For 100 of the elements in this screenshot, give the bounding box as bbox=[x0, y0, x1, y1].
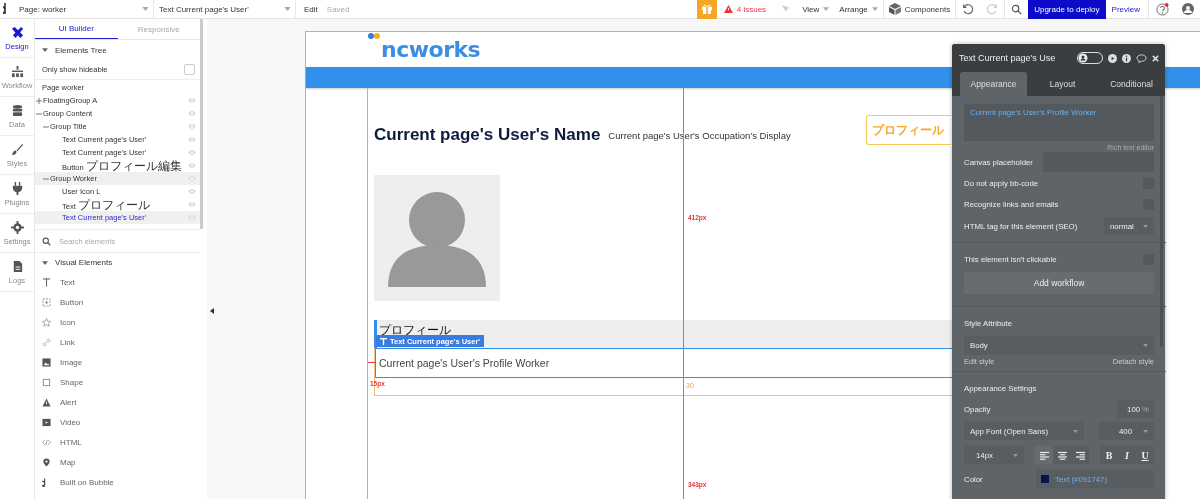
toggle-switch-icon[interactable] bbox=[1077, 52, 1103, 64]
text-element-icon bbox=[42, 277, 51, 287]
gift-button[interactable] bbox=[696, 0, 717, 19]
eye-icon[interactable] bbox=[188, 98, 196, 103]
eye-icon[interactable] bbox=[188, 176, 196, 181]
close-icon[interactable] bbox=[1152, 54, 1159, 62]
element-item[interactable]: Video bbox=[35, 412, 200, 433]
text-style-button[interactable]: I bbox=[1118, 446, 1136, 464]
align-button[interactable] bbox=[1035, 446, 1053, 464]
icon-element-icon bbox=[42, 317, 51, 327]
workflow-icon bbox=[10, 64, 24, 78]
add-workflow-button[interactable]: Add workflow bbox=[964, 272, 1154, 294]
comment-icon[interactable] bbox=[1136, 53, 1147, 63]
html-element-icon bbox=[42, 438, 51, 448]
section-heading: Elements Tree bbox=[55, 45, 107, 55]
caret-icon bbox=[284, 7, 291, 11]
search-icon bbox=[42, 236, 51, 246]
caret-icon bbox=[1143, 344, 1148, 347]
checkbox[interactable] bbox=[184, 64, 195, 75]
collapse-icon[interactable] bbox=[42, 260, 48, 265]
profile-text: Current page's User's Profile Worker bbox=[379, 357, 550, 369]
eye-icon[interactable] bbox=[188, 137, 196, 142]
map-element-icon bbox=[42, 458, 51, 468]
alert-element-icon bbox=[42, 398, 51, 408]
image-element-icon bbox=[42, 357, 51, 367]
plus-icon[interactable] bbox=[36, 97, 42, 104]
caret-icon bbox=[142, 7, 149, 11]
arrange-menu[interactable]: Arrange bbox=[834, 0, 883, 19]
element-item[interactable]: Alert bbox=[35, 392, 200, 413]
element-item[interactable]: Shape bbox=[35, 372, 200, 393]
element-item[interactable]: Icon bbox=[35, 312, 200, 333]
design-icon bbox=[10, 25, 24, 39]
save-status: Saved bbox=[326, 4, 350, 14]
undo-icon[interactable] bbox=[962, 3, 975, 15]
user-avatar-icon bbox=[374, 175, 500, 301]
element-dropdown[interactable]: Text Current page's User' bbox=[154, 0, 296, 19]
gift-icon bbox=[700, 3, 713, 15]
text-style-button[interactable]: U bbox=[1136, 446, 1154, 464]
caret-icon bbox=[823, 7, 830, 11]
logo-dots-icon bbox=[368, 33, 380, 39]
panel-title: Text Current page's Use bbox=[959, 53, 1057, 63]
link-element-icon bbox=[42, 337, 51, 347]
caret-icon bbox=[1143, 224, 1148, 228]
eye-icon[interactable] bbox=[188, 215, 196, 220]
eye-icon[interactable] bbox=[188, 150, 196, 155]
eye-icon[interactable] bbox=[188, 202, 196, 207]
upgrade-button[interactable]: Upgrade to deploy bbox=[1028, 0, 1106, 19]
panel-tab[interactable]: Layout bbox=[1029, 72, 1096, 96]
logo-text: ncworks bbox=[381, 37, 481, 64]
element-item[interactable]: Map bbox=[35, 452, 200, 473]
play-icon[interactable] bbox=[1108, 53, 1117, 63]
eye-icon[interactable] bbox=[188, 124, 196, 129]
collapse-arrow-icon[interactable] bbox=[210, 308, 214, 314]
plugins-icon bbox=[10, 181, 24, 195]
eye-icon[interactable] bbox=[188, 189, 196, 194]
align-right-icon bbox=[1075, 450, 1085, 460]
video-element-icon bbox=[42, 418, 51, 428]
info-icon[interactable] bbox=[1122, 53, 1131, 63]
eye-icon[interactable] bbox=[188, 163, 196, 168]
help-icon[interactable] bbox=[1156, 2, 1169, 16]
view-menu[interactable]: View bbox=[797, 0, 835, 19]
preview-link[interactable]: Preview bbox=[1111, 4, 1140, 14]
user-name: Current page's User's Name bbox=[374, 125, 601, 145]
warning-icon bbox=[723, 5, 733, 13]
caret-icon bbox=[1143, 429, 1148, 433]
element-item[interactable]: Text bbox=[35, 272, 200, 293]
text-element-icon bbox=[380, 337, 387, 345]
components-button[interactable]: Components bbox=[883, 0, 956, 19]
button-element-icon bbox=[42, 297, 51, 307]
cube-icon bbox=[888, 3, 901, 15]
text-style-button[interactable]: B bbox=[1100, 446, 1118, 464]
element-item[interactable]: Image bbox=[35, 352, 200, 373]
eye-icon[interactable] bbox=[188, 111, 196, 116]
element-item[interactable]: Button bbox=[35, 292, 200, 313]
element-item[interactable]: HTML bbox=[35, 432, 200, 453]
element-item[interactable]: Link bbox=[35, 332, 200, 353]
align-left-icon bbox=[1039, 450, 1049, 460]
search-icon[interactable] bbox=[1011, 3, 1023, 15]
caret-icon bbox=[871, 7, 878, 11]
caret-icon bbox=[1073, 429, 1078, 433]
caret-icon bbox=[1013, 453, 1018, 457]
issues-button[interactable]: 4 issues bbox=[718, 0, 772, 19]
section-title: プロフィール bbox=[379, 324, 451, 337]
avatar-icon[interactable] bbox=[1182, 3, 1194, 15]
collapse-icon[interactable] bbox=[42, 48, 48, 52]
cursor-icon[interactable] bbox=[781, 4, 792, 14]
panel-tab[interactable]: Appearance bbox=[960, 72, 1027, 96]
element-item[interactable]: Built on Bubble bbox=[35, 472, 200, 494]
align-center-icon bbox=[1057, 450, 1067, 460]
sidebar-tab[interactable]: UI Builder bbox=[35, 19, 118, 39]
edit-menu[interactable]: Edit bbox=[304, 4, 318, 14]
redo-icon[interactable] bbox=[986, 3, 999, 15]
spacing-line bbox=[368, 362, 376, 363]
section-heading: Visual Elements bbox=[55, 258, 113, 267]
page-dropdown[interactable]: Page: worker bbox=[15, 0, 154, 19]
panel-tab[interactable]: Conditional bbox=[1098, 72, 1165, 96]
styles-icon bbox=[10, 142, 24, 156]
shape-element-icon bbox=[42, 378, 51, 387]
data-icon bbox=[10, 103, 24, 117]
settings-icon bbox=[10, 220, 24, 234]
